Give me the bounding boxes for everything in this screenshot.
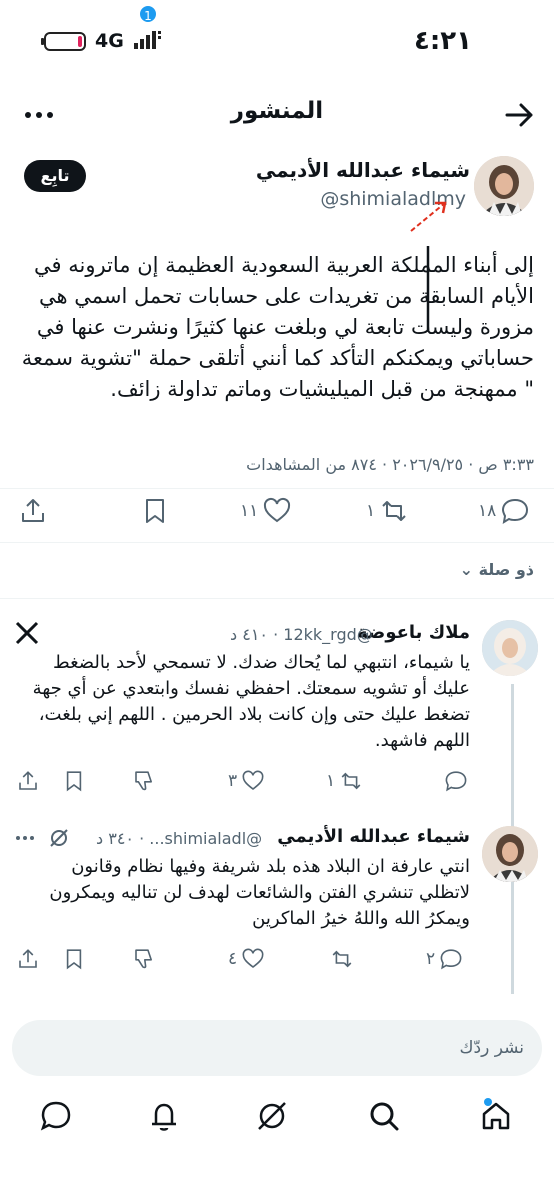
repost-icon [382,501,406,521]
reply-actions: ٣ ١ [0,764,554,804]
reply-handle: @12kk_rgd [283,625,373,644]
reply-input[interactable] [12,1020,542,1076]
author-avatar[interactable] [474,156,534,216]
nav-home[interactable] [476,1096,516,1136]
avatar-image [474,156,534,216]
thumb-down-icon [135,949,152,969]
bookmark-icon [146,499,164,523]
avatar-image [482,826,538,882]
notifications-badge: 1 [138,4,158,24]
reply-composer [12,1020,542,1076]
reply-time: ٤١٠ د [230,625,268,644]
network-label: 4G [95,30,124,52]
reply-count: ٢ [426,949,436,969]
signal-icon [134,31,161,49]
nav-messages[interactable] [36,1096,76,1136]
reply-author-name[interactable]: ملاك باعوضة [357,622,470,643]
bookmark-button[interactable] [62,942,86,976]
follow-button[interactable]: تابِع [24,160,86,192]
post-meta: ٣:٣٣ ص · ٢٠٢٦/٩/٢٥ · ٨٧٤ من المشاهدات [246,455,534,474]
downvote-button[interactable] [132,942,156,976]
home-indicator-dot [484,1098,492,1106]
reply-meta: @shimialadl... · ٣٤٠ د [96,829,263,848]
reply-time: ٣٤٠ د [96,829,134,848]
repost-button[interactable]: ١ [366,494,409,528]
post-text: إلى أبناء المملكة العربية السعودية العظي… [21,253,534,401]
status-bar: 4G ٤:٢١ [0,0,554,80]
bookmark-icon [66,949,82,970]
repost-button[interactable]: ١ [326,764,363,798]
divider [0,598,554,599]
heart-icon [242,948,264,969]
message-icon [40,1101,71,1131]
divider [0,542,554,543]
x-logo-icon [15,621,39,645]
share-icon [22,499,44,522]
share-icon [19,771,37,790]
battery-level [78,36,82,47]
reply-avatar[interactable] [482,826,538,882]
like-button[interactable]: ١١ [240,494,292,528]
divider [0,488,554,489]
thumb-down-icon [135,771,152,791]
chevron-down-icon: ⌄ [459,560,473,579]
share-button[interactable] [16,942,40,976]
battery-icon [41,32,86,51]
nav-notifications[interactable] [144,1096,184,1136]
replies-filter[interactable]: ذو صلة ⌄ [460,560,534,579]
avatar-image [482,620,538,676]
reply-button[interactable]: ١٨ [478,494,530,528]
downvote-button[interactable] [132,764,156,798]
reply-handle: @shimialadl... [149,829,263,848]
reply-count: ١٨ [478,501,497,521]
repost-icon [332,950,352,968]
top-bar: المنشور [0,92,554,140]
reply-icon [440,949,462,970]
home-icon [482,1102,510,1130]
reply-text: انتي عارفة ان البلاد هذه بلد شريفة وفيها… [49,856,470,929]
bell-icon [152,1103,176,1131]
reply-actions: ٤ ٢ [0,942,554,982]
author-handle[interactable]: @shimialadlmy [320,188,466,210]
post-actions: ١١ ١ ١٨ [0,494,554,534]
search-icon [370,1102,399,1131]
bookmark-button[interactable] [140,494,170,528]
bottom-nav [0,1090,554,1150]
reply-icon [502,498,529,524]
share-button[interactable] [18,494,48,528]
reply-button[interactable] [440,764,468,798]
nav-search[interactable] [364,1096,404,1136]
like-count: ٤ [228,949,238,969]
grok-icon [258,1102,286,1130]
share-button[interactable] [16,764,40,798]
repost-button[interactable] [326,942,354,976]
back-arrow-icon[interactable] [502,98,536,132]
like-count: ٣ [228,771,238,791]
reply-author-name[interactable]: شيماء عبدالله الأديمي [277,826,470,847]
repost-count: ١ [366,501,376,521]
reply-button[interactable]: ٢ [426,942,463,976]
nav-grok[interactable] [252,1096,292,1136]
reply-icon [445,771,467,792]
reply-meta: @12kk_rgd · ٤١٠ د [230,625,373,644]
like-button[interactable]: ٣ [228,764,265,798]
bookmark-icon [66,771,82,792]
like-count: ١١ [240,501,259,521]
share-icon [19,949,37,968]
author-name[interactable]: شيماء عبدالله الأديمي [256,158,470,182]
heart-icon [242,770,264,791]
grok-icon[interactable] [48,827,70,849]
reply-avatar[interactable] [482,620,538,676]
repost-icon [341,772,361,790]
heart-icon [264,497,291,523]
repost-count: ١ [326,771,336,791]
page-title: المنشور [230,98,324,124]
like-button[interactable]: ٤ [228,942,265,976]
more-icon[interactable] [14,827,36,849]
clock: ٤:٢١ [413,26,472,56]
reply-text: يا شيماء، انتبهي لما يُحاك ضدك. لا تسمحي… [32,652,470,751]
replies-filter-label: ذو صلة [478,560,534,579]
bookmark-button[interactable] [62,764,86,798]
